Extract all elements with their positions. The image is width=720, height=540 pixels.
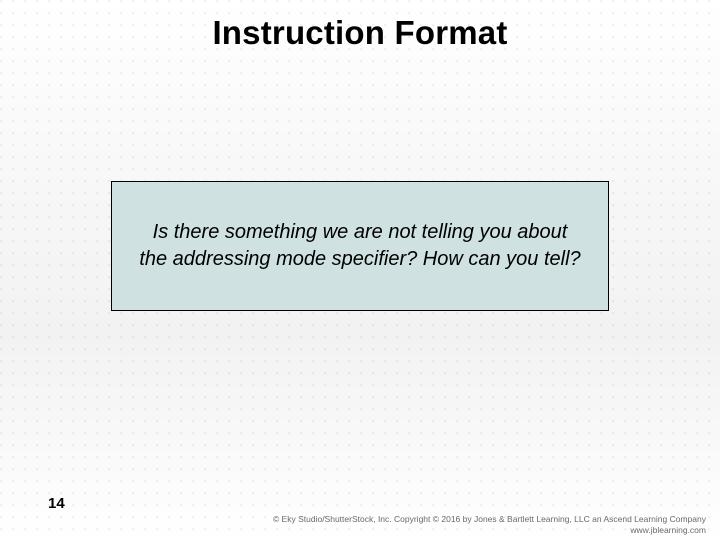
callout-box: Is there something we are not telling yo… (111, 181, 609, 311)
slide: Instruction Format Is there something we… (0, 0, 720, 540)
footer-url: www.jblearning.com (0, 525, 706, 536)
copyright-text: © Eky Studio/ShutterStock, Inc. Copyrigh… (0, 514, 706, 525)
slide-title: Instruction Format (0, 14, 720, 52)
footer: © Eky Studio/ShutterStock, Inc. Copyrigh… (0, 510, 720, 540)
callout-text: Is there something we are not telling yo… (138, 219, 582, 273)
